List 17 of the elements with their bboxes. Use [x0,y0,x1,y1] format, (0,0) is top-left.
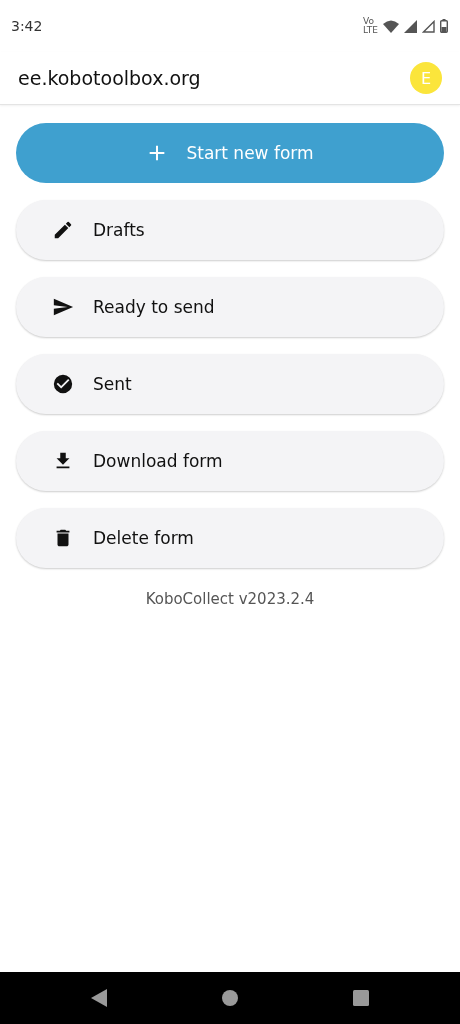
back-icon[interactable] [91,989,107,1007]
menu-button[interactable]: Delete form [16,508,444,568]
status-time: 3:42 [11,18,43,34]
battery-icon [440,19,448,33]
version-text: KoboCollect v2023.2.4 [145,590,315,608]
signal-icon [404,19,417,33]
volte-label: Vo LTE [363,17,378,35]
home-icon[interactable] [222,990,238,1006]
signal-icon [422,19,435,33]
app-title: ee.kobotoolbox.org [18,67,201,89]
menu-button[interactable]: Sent [16,354,444,414]
wifi-icon [383,19,399,33]
menu-button[interactable]: Drafts [16,200,444,260]
menu-button[interactable]: Download form [16,431,444,491]
menu-button[interactable]: Ready to send [16,277,444,337]
pencil-icon [52,219,74,241]
send-icon [52,296,74,318]
